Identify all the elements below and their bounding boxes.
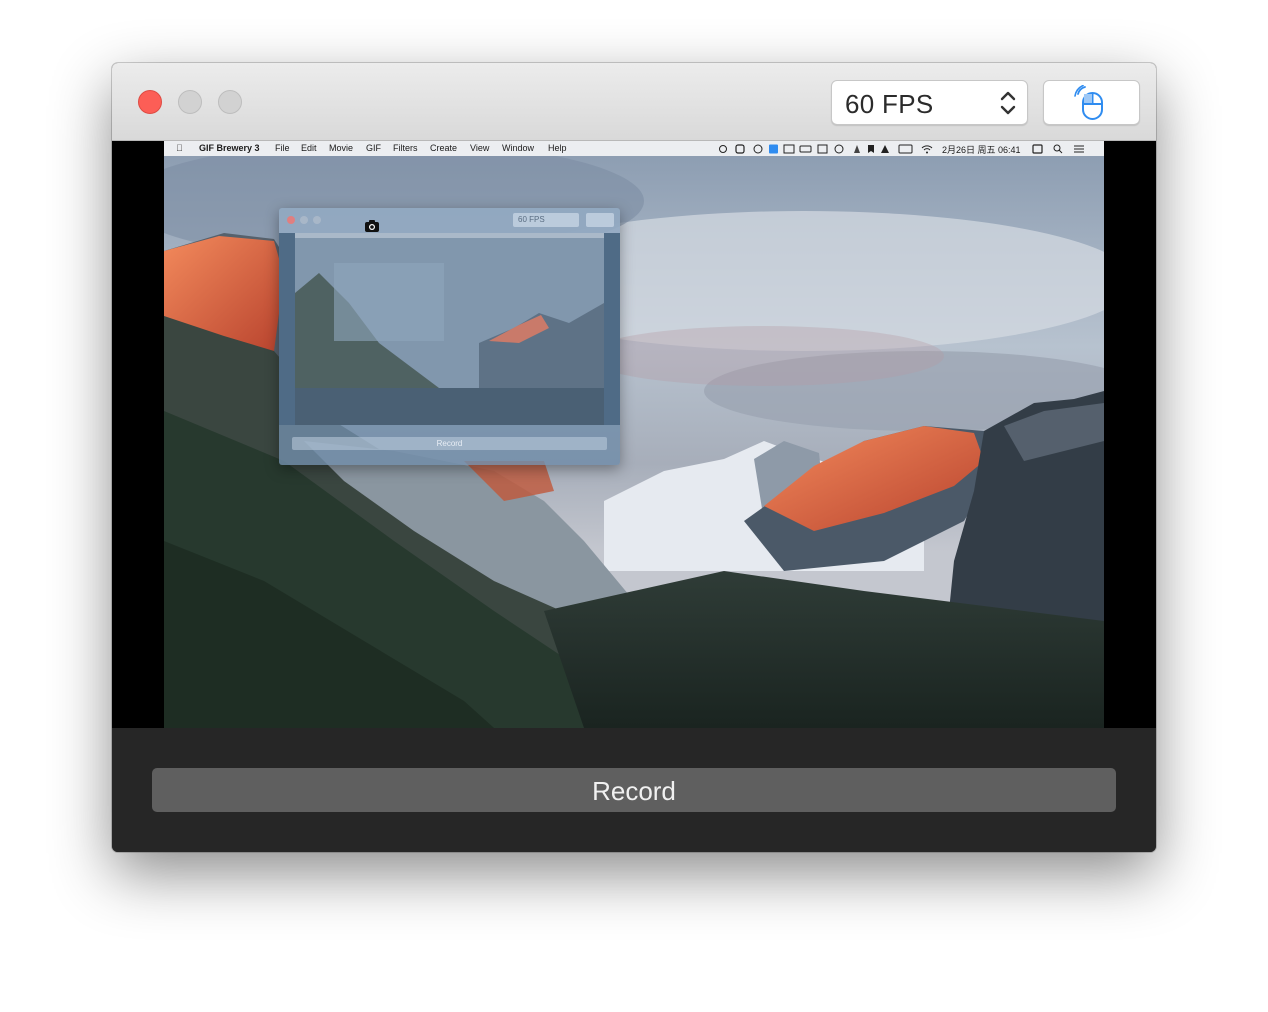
close-button[interactable] <box>138 90 162 114</box>
menubar-datetime[interactable]: 2月26日 周五 06:41 <box>942 143 1021 156</box>
apple-icon[interactable]:  <box>176 143 183 153</box>
record-bar: Record <box>112 728 1156 852</box>
fps-select[interactable]: 60 FPS <box>831 80 1028 125</box>
capture-preview-area:  GIF Brewery 3 File Edit Movie GIF Filt… <box>112 141 1156 728</box>
menu-edit[interactable]: Edit <box>301 143 317 153</box>
show-mouse-clicks-button[interactable] <box>1043 80 1140 125</box>
menu-help[interactable]: Help <box>548 143 567 153</box>
menu-file[interactable]: File <box>275 143 290 153</box>
menu-create[interactable]: Create <box>430 143 457 153</box>
menu-view[interactable]: View <box>470 143 489 153</box>
camera-cursor-icon <box>365 220 379 232</box>
nested-fps-select: 60 FPS <box>513 213 579 227</box>
nested-window-titlebar: 60 FPS <box>279 208 620 233</box>
nested-app-window-preview: 60 FPS Record <box>279 208 620 465</box>
up-down-chevron-icon <box>1000 91 1016 115</box>
zoom-button[interactable] <box>218 90 242 114</box>
nested-minimize-dot <box>300 216 308 224</box>
screen-preview:  GIF Brewery 3 File Edit Movie GIF Filt… <box>164 141 1104 728</box>
mouse-click-icon <box>1074 85 1103 120</box>
macos-menubar:  GIF Brewery 3 File Edit Movie GIF Filt… <box>164 141 1104 156</box>
menu-window[interactable]: Window <box>502 143 534 153</box>
window-titlebar[interactable]: 60 FPS <box>112 63 1156 141</box>
nested-zoom-dot <box>313 216 321 224</box>
menu-movie[interactable]: Movie <box>329 143 353 153</box>
menubar-status-icons[interactable] <box>716 144 1096 154</box>
menubar-app-name[interactable]: GIF Brewery 3 <box>199 143 260 153</box>
nested-mouse-button <box>586 213 614 227</box>
minimize-button[interactable] <box>178 90 202 114</box>
menu-gif[interactable]: GIF <box>366 143 381 153</box>
nested-wallpaper-image <box>295 233 604 425</box>
fps-select-value: 60 FPS <box>845 89 934 119</box>
nested-record-button: Record <box>292 437 607 450</box>
nested-close-dot <box>287 216 295 224</box>
menu-filters[interactable]: Filters <box>393 143 418 153</box>
nested-preview-area <box>279 233 620 425</box>
record-button[interactable]: Record <box>152 768 1116 812</box>
nested-fps-value: 60 FPS <box>518 215 545 224</box>
gif-brewery-record-window: 60 FPS GIF Brewery 3 File Edit Movie GIF… <box>112 63 1156 852</box>
